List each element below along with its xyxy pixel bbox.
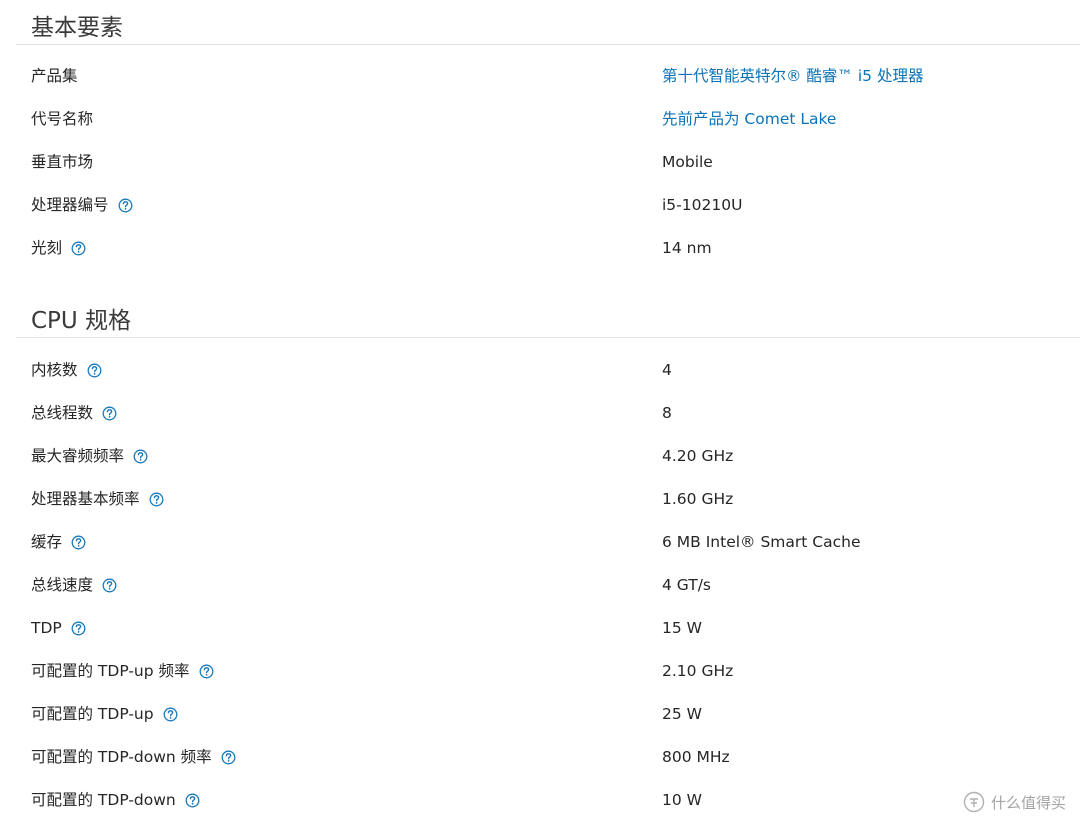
- spec-row: 可配置的 TDP-up 频率 2.10 GHz: [0, 656, 1080, 686]
- help-icon[interactable]: [71, 621, 86, 636]
- section-title: CPU 规格: [31, 308, 132, 334]
- section-title: 基本要素: [31, 15, 123, 41]
- spec-row: 内核数 4: [0, 355, 1080, 385]
- spec-row: TDP 15 W: [0, 613, 1080, 643]
- spec-row: 缓存 6 MB Intel® Smart Cache: [0, 527, 1080, 557]
- spec-value: 4.20 GHz: [662, 447, 734, 465]
- help-icon[interactable]: [71, 241, 86, 256]
- watermark: 什么值得买: [963, 791, 1066, 813]
- spec-value: i5-10210U: [662, 196, 743, 214]
- spec-value: 6 MB Intel® Smart Cache: [662, 533, 861, 551]
- help-icon[interactable]: [102, 406, 117, 421]
- spec-label: 代号名称: [31, 110, 94, 128]
- help-icon[interactable]: [185, 793, 200, 808]
- code-name-link[interactable]: 先前产品为 Comet Lake: [662, 104, 836, 134]
- watermark-logo-icon: [963, 791, 985, 813]
- spec-row: 处理器编号 i5-10210U: [0, 190, 1080, 220]
- help-icon[interactable]: [133, 449, 148, 464]
- spec-value: 2.10 GHz: [662, 662, 734, 680]
- spec-value: 4: [662, 361, 672, 379]
- spec-label: 可配置的 TDP-up: [31, 699, 178, 729]
- spec-label: 内核数: [31, 355, 102, 385]
- help-icon[interactable]: [149, 492, 164, 507]
- spec-row: 总线速度 4 GT/s: [0, 570, 1080, 600]
- spec-label: 总线程数: [31, 398, 117, 428]
- spec-row: 产品集 第十代智能英特尔® 酷睿™ i5 处理器: [0, 61, 1080, 91]
- spec-row: 代号名称 先前产品为 Comet Lake: [0, 104, 1080, 134]
- spec-row: 可配置的 TDP-up 25 W: [0, 699, 1080, 729]
- help-icon[interactable]: [163, 707, 178, 722]
- help-icon[interactable]: [71, 535, 86, 550]
- help-icon[interactable]: [118, 198, 133, 213]
- spec-label: TDP: [31, 613, 86, 643]
- spec-label: 光刻: [31, 233, 86, 263]
- spec-row: 总线程数 8: [0, 398, 1080, 428]
- spec-label: 可配置的 TDP-up 频率: [31, 656, 214, 686]
- spec-row: 可配置的 TDP-down 频率 800 MHz: [0, 742, 1080, 772]
- spec-value: 10 W: [662, 791, 702, 809]
- spec-label: 可配置的 TDP-down 频率: [31, 742, 236, 772]
- spec-label: 处理器编号: [31, 190, 133, 220]
- section-divider: [16, 44, 1080, 45]
- spec-value: 25 W: [662, 705, 702, 723]
- spec-label: 可配置的 TDP-down: [31, 785, 200, 815]
- spec-value: 4 GT/s: [662, 576, 712, 594]
- spec-row: 处理器基本频率 1.60 GHz: [0, 484, 1080, 514]
- spec-row: 可配置的 TDP-down 10 W: [0, 785, 1080, 815]
- spec-label: 处理器基本频率: [31, 484, 164, 514]
- help-icon[interactable]: [87, 363, 102, 378]
- spec-label: 缓存: [31, 527, 86, 557]
- help-icon[interactable]: [199, 664, 214, 679]
- spec-row: 最大睿频频率 4.20 GHz: [0, 441, 1080, 471]
- spec-value: Mobile: [662, 153, 713, 171]
- spec-label: 产品集: [31, 67, 78, 85]
- spec-value: 15 W: [662, 619, 702, 637]
- spec-value: 800 MHz: [662, 748, 730, 766]
- spec-label: 垂直市场: [31, 153, 94, 171]
- help-icon[interactable]: [221, 750, 236, 765]
- spec-value: 8: [662, 404, 672, 422]
- spec-value: 14 nm: [662, 239, 712, 257]
- section-divider: [16, 337, 1080, 338]
- help-icon[interactable]: [102, 578, 117, 593]
- product-family-link[interactable]: 第十代智能英特尔® 酷睿™ i5 处理器: [662, 61, 923, 91]
- watermark-text: 什么值得买: [990, 793, 1066, 812]
- spec-row: 光刻 14 nm: [0, 233, 1080, 263]
- spec-row: 垂直市场 Mobile: [0, 147, 1080, 177]
- spec-label: 最大睿频频率: [31, 441, 148, 471]
- spec-value: 1.60 GHz: [662, 490, 734, 508]
- spec-label: 总线速度: [31, 570, 117, 600]
